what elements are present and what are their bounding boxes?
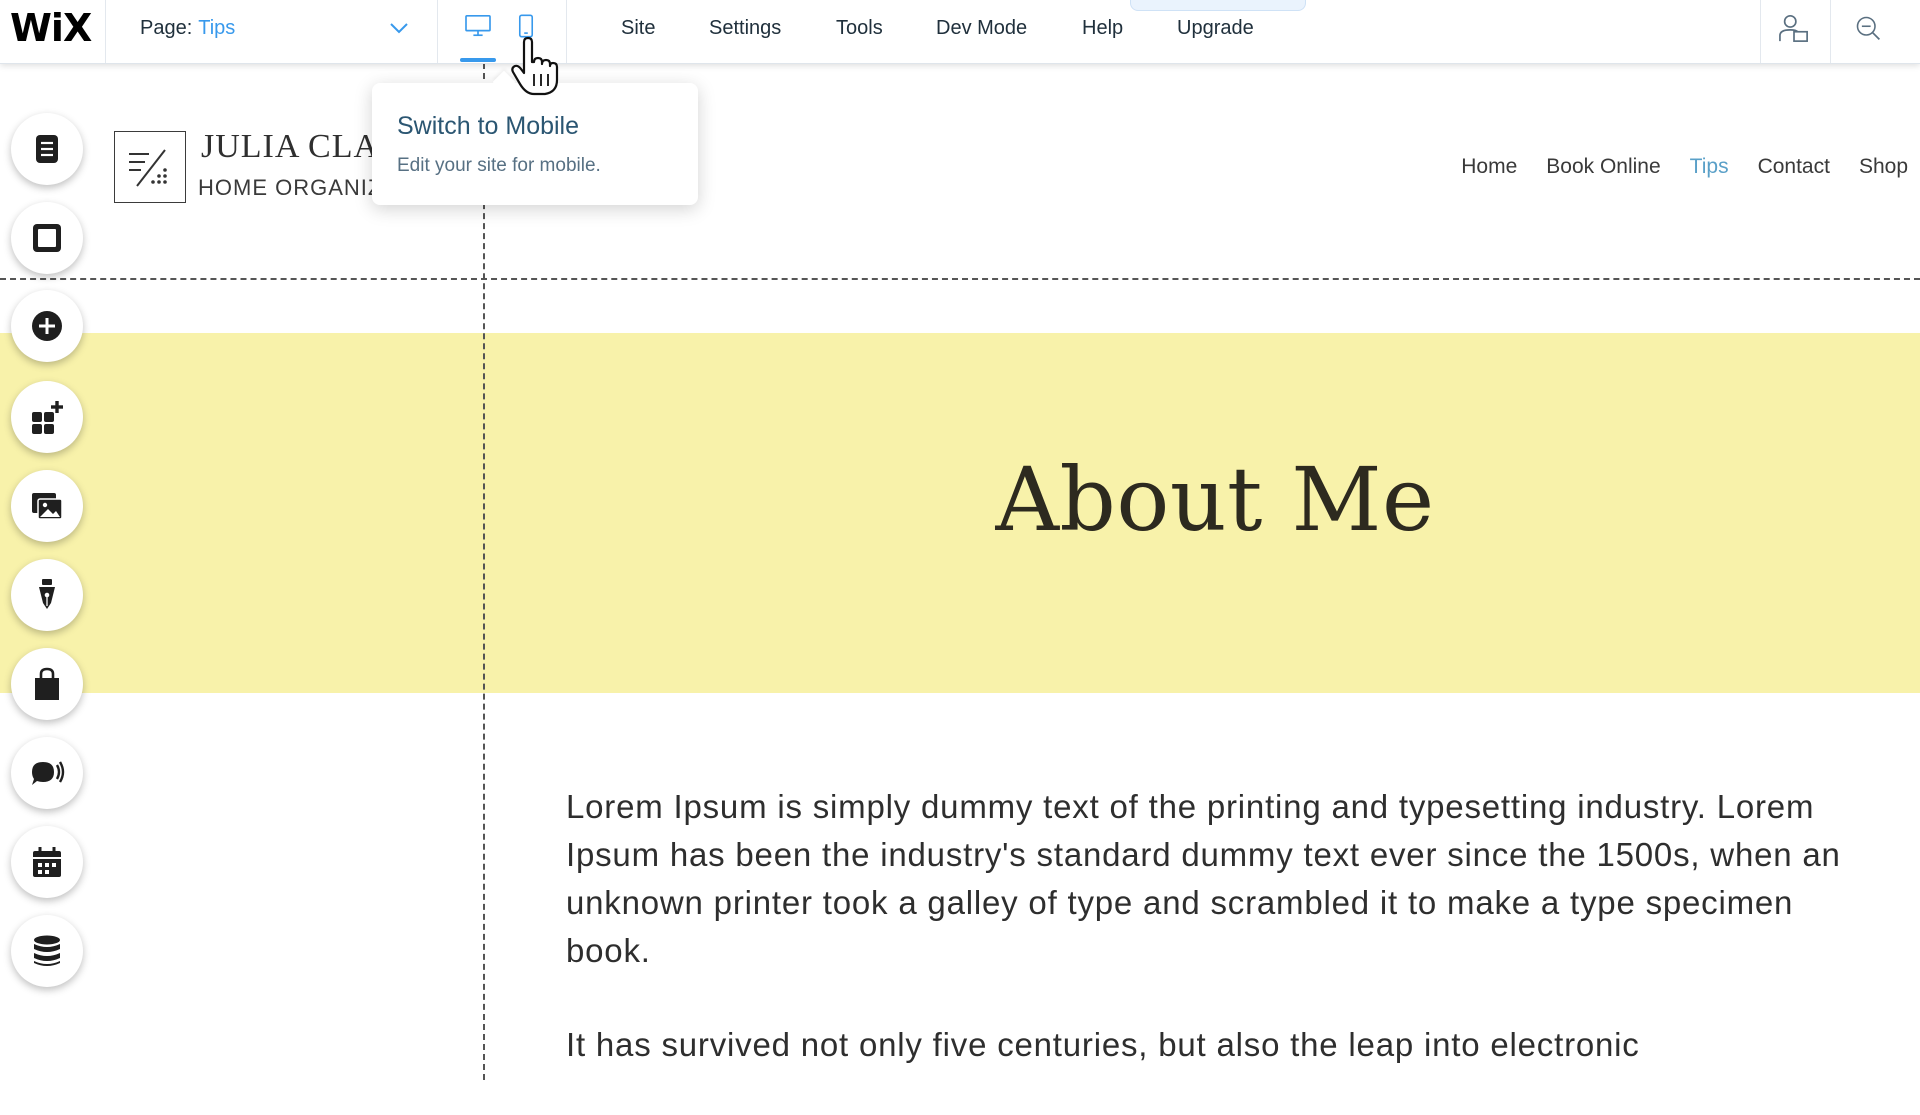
tooltip-description: Edit your site for mobile. <box>397 155 601 176</box>
nav-book-online[interactable]: Book Online <box>1546 155 1660 179</box>
menu-tools[interactable]: Tools <box>836 0 883 56</box>
nav-home[interactable]: Home <box>1461 155 1517 179</box>
bookings-button[interactable] <box>11 826 83 898</box>
chat-button[interactable] <box>11 737 83 809</box>
divider <box>1760 0 1761 63</box>
editor-top-bar: WiX Page: Tips Site Settings Tools Dev M… <box>0 0 1920 64</box>
site-subtitle[interactable]: HOME ORGANIZ <box>198 175 382 201</box>
media-button[interactable] <box>11 470 83 542</box>
add-icon <box>32 311 62 341</box>
pages-button[interactable] <box>11 113 83 185</box>
blog-button[interactable] <box>11 559 83 631</box>
person-add-icon <box>1777 13 1811 48</box>
store-button[interactable] <box>11 648 83 720</box>
logo-mark-icon <box>129 149 167 187</box>
zoom-out-button[interactable] <box>1848 12 1888 48</box>
zoom-out-icon <box>1854 14 1882 47</box>
calendar-icon <box>33 847 61 877</box>
menu-settings[interactable]: Settings <box>709 0 781 56</box>
desktop-view-button[interactable] <box>461 11 495 45</box>
database-button[interactable] <box>11 915 83 987</box>
add-button[interactable] <box>11 290 83 362</box>
hand-pointer-cursor-icon <box>510 36 560 96</box>
header-boundary-guide <box>0 278 1920 280</box>
divider <box>105 0 106 63</box>
wix-logo: WiX <box>10 6 92 50</box>
about-text[interactable]: Lorem Ipsum is simply dummy text of the … <box>566 783 1886 1115</box>
database-icon <box>34 935 60 966</box>
site-navigation: Home Book Online Tips Contact Shop <box>1461 155 1908 179</box>
pen-nib-icon <box>39 579 55 609</box>
nav-tips[interactable]: Tips <box>1690 155 1729 179</box>
nav-contact[interactable]: Contact <box>1758 155 1830 179</box>
menu-help[interactable]: Help <box>1082 0 1123 56</box>
site-logo[interactable] <box>114 131 186 203</box>
layout-guide-line <box>483 63 485 1080</box>
page-selector[interactable]: Page: Tips <box>140 0 410 56</box>
site-name[interactable]: JULIA CLAF <box>201 128 399 166</box>
active-view-indicator <box>460 58 496 62</box>
divider <box>1830 0 1831 63</box>
paragraph: It has survived not only five centuries,… <box>566 1026 1640 1063</box>
background-icon <box>33 224 61 252</box>
shopping-bag-icon <box>35 667 59 700</box>
switch-to-mobile-tooltip: Switch to Mobile Edit your site for mobi… <box>372 83 698 205</box>
page-selector-label: Page: <box>140 16 193 39</box>
page-selector-value: Tips <box>198 16 236 39</box>
menu-site[interactable]: Site <box>621 0 655 56</box>
add-apps-icon <box>32 401 63 434</box>
paragraph: Lorem Ipsum is simply dummy text of the … <box>566 788 1841 969</box>
tooltip-title: Switch to Mobile <box>397 112 580 140</box>
chat-icon <box>32 761 65 785</box>
menu-upgrade[interactable]: Upgrade <box>1177 0 1254 56</box>
nav-shop[interactable]: Shop <box>1859 155 1908 179</box>
menu-dev-mode[interactable]: Dev Mode <box>936 0 1027 56</box>
divider <box>566 0 567 63</box>
add-apps-button[interactable] <box>11 381 83 453</box>
divider <box>437 0 438 63</box>
media-icon <box>32 493 63 520</box>
invite-collaborators-button[interactable] <box>1774 12 1814 48</box>
background-button[interactable] <box>11 202 83 274</box>
hero-title[interactable]: About Me <box>0 448 1920 551</box>
desktop-icon <box>464 14 492 43</box>
pages-icon <box>36 135 58 163</box>
chevron-down-icon <box>388 17 410 39</box>
